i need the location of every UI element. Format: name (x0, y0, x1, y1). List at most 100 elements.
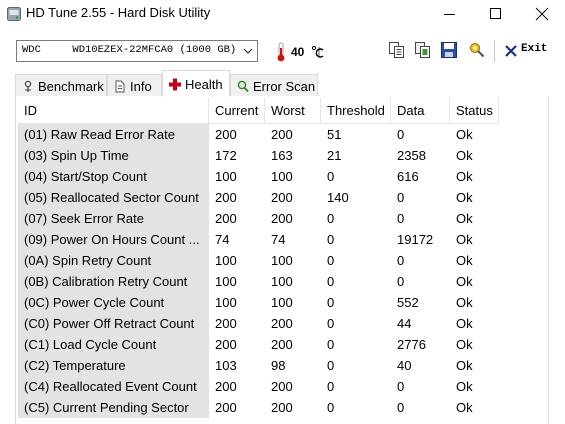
cell-threshold: 0 (327, 253, 335, 268)
table-row[interactable]: (03) Spin Up Time 172 163 21 2358 Ok (18, 145, 548, 166)
cell-status: Ok (456, 211, 473, 226)
copy-all-icon[interactable] (414, 41, 432, 59)
tab-health-label: Health (185, 77, 223, 92)
save-icon[interactable] (440, 41, 458, 59)
cell-id: (09) Power On Hours Count ... (18, 229, 209, 250)
cell-threshold: 21 (327, 148, 342, 163)
drive-select[interactable]: WDC WD10EZEX-22MFCA0 (1000 GB) (16, 40, 258, 62)
table-row[interactable]: (C5) Current Pending Sector 200 200 0 0 Ok (18, 397, 548, 418)
cell-data: 0 (397, 379, 405, 394)
cell-current: 74 (215, 232, 230, 247)
tab-health[interactable]: Health (162, 70, 230, 97)
cell-id: (0C) Power Cycle Count (18, 292, 209, 313)
table-row[interactable]: (0C) Power Cycle Count 100 100 0 552 Ok (18, 292, 548, 313)
info-icon (115, 80, 125, 93)
close-button[interactable] (519, 0, 565, 28)
table-row[interactable]: (C2) Temperature 103 98 0 40 Ok (18, 355, 548, 376)
cell-threshold: 0 (327, 211, 335, 226)
copy-icon[interactable] (388, 41, 406, 59)
cell-status: Ok (456, 232, 473, 247)
options-icon[interactable] (468, 41, 486, 59)
thermometer-icon (277, 42, 285, 62)
table-row[interactable]: (0B) Calibration Retry Count 100 100 0 0 Ok (18, 271, 548, 292)
cell-worst: 200 (271, 379, 293, 394)
chevron-down-icon (243, 48, 253, 54)
cell-worst: 100 (271, 169, 293, 184)
table-row[interactable]: (0A) Spin Retry Count 100 100 0 0 Ok (18, 250, 548, 271)
table-row[interactable]: (09) Power On Hours Count ... 74 74 0 19172 O… (18, 229, 548, 250)
column-header-status[interactable]: Status (450, 98, 499, 124)
table-row[interactable]: (05) Reallocated Sector Count 200 200 140 0 O… (18, 187, 548, 208)
cell-id: (01) Raw Read Error Rate (18, 124, 209, 145)
cell-current: 200 (215, 211, 237, 226)
health-cross-icon (169, 78, 181, 91)
app-icon (7, 7, 21, 21)
cell-status: Ok (456, 358, 473, 373)
column-header-worst[interactable]: Worst (265, 98, 321, 124)
cell-status: Ok (456, 295, 473, 310)
cell-data: 0 (397, 400, 405, 415)
cell-data: 0 (397, 253, 405, 268)
cell-id: (05) Reallocated Sector Count (18, 187, 209, 208)
cell-worst: 100 (271, 253, 293, 268)
cell-status: Ok (456, 190, 473, 205)
table-row[interactable]: (C0) Power Off Retract Count 200 200 0 44 Ok (18, 313, 548, 334)
table-row[interactable]: (C1) Load Cycle Count 200 200 0 2776 Ok (18, 334, 548, 355)
temperature-value: 40 (291, 45, 305, 59)
cell-threshold: 0 (327, 295, 335, 310)
cell-data: 19172 (397, 232, 434, 247)
toolbar-separator (494, 40, 495, 62)
column-header-current[interactable]: Current (209, 98, 265, 124)
maximize-button[interactable] (473, 0, 519, 28)
tab-benchmark[interactable]: Benchmark (15, 74, 107, 97)
cell-threshold: 51 (327, 127, 342, 142)
cell-status: Ok (456, 274, 473, 289)
cell-threshold: 140 (327, 190, 349, 205)
benchmark-icon (24, 80, 32, 92)
table-row[interactable]: (C4) Reallocated Event Count 200 200 0 0 Ok (18, 376, 548, 397)
window-title: HD Tune 2.55 - Hard Disk Utility (26, 5, 211, 20)
cell-data: 0 (397, 127, 405, 142)
cell-id: (C0) Power Off Retract Count (18, 313, 209, 334)
magnifier-icon (237, 80, 249, 93)
column-header-data[interactable]: Data (391, 98, 450, 124)
column-header-id[interactable]: ID (18, 98, 209, 124)
title-bar: HD Tune 2.55 - Hard Disk Utility (0, 0, 565, 28)
table-row[interactable]: (04) Start/Stop Count 100 100 0 616 Ok (18, 166, 548, 187)
cell-id: (C5) Current Pending Sector (18, 397, 209, 418)
exit-button[interactable]: Exit (505, 43, 548, 59)
cell-current: 200 (215, 400, 237, 415)
tab-info[interactable]: Info (107, 74, 162, 97)
tab-error-scan[interactable]: Error Scan (230, 74, 318, 97)
cell-status: Ok (456, 316, 473, 331)
cell-worst: 200 (271, 337, 293, 352)
cell-worst: 74 (271, 232, 286, 247)
cell-worst: 100 (271, 274, 293, 289)
cell-threshold: 0 (327, 337, 335, 352)
cell-current: 200 (215, 190, 237, 205)
minimize-icon (444, 14, 455, 15)
cell-status: Ok (456, 379, 473, 394)
cell-id: (C4) Reallocated Event Count (18, 376, 209, 397)
table-row[interactable]: (07) Seek Error Rate 200 200 0 0 Ok (18, 208, 548, 229)
cell-status: Ok (456, 169, 473, 184)
toolbar: WDC WD10EZEX-22MFCA0 (1000 GB) 40 Exit (0, 28, 565, 70)
cell-worst: 200 (271, 211, 293, 226)
exit-x-icon (505, 45, 517, 57)
minimize-button[interactable] (427, 0, 473, 28)
tab-benchmark-label: Benchmark (38, 79, 104, 94)
cell-worst: 100 (271, 295, 293, 310)
cell-id: (0A) Spin Retry Count (18, 250, 209, 271)
close-icon (535, 7, 549, 21)
cell-threshold: 0 (327, 274, 335, 289)
cell-threshold: 0 (327, 169, 335, 184)
cell-status: Ok (456, 400, 473, 415)
column-header-threshold[interactable]: Threshold (321, 98, 391, 124)
cell-current: 103 (215, 358, 237, 373)
cell-worst: 200 (271, 190, 293, 205)
cell-data: 0 (397, 211, 405, 226)
tab-info-label: Info (130, 79, 152, 94)
cell-id: (0B) Calibration Retry Count (18, 271, 209, 292)
table-row[interactable]: (01) Raw Read Error Rate 200 200 51 0 Ok (18, 124, 548, 145)
exit-label: Exit (521, 43, 548, 55)
